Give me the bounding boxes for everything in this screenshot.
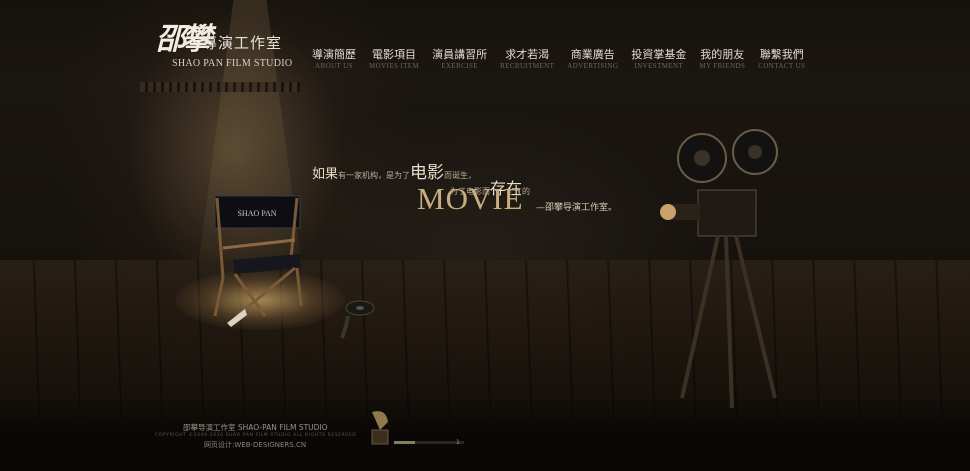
logo-name-cn: 導演工作室: [202, 34, 283, 52]
film-reel-icon: [340, 300, 375, 339]
megaphone-icon: [227, 309, 247, 327]
player-progress-bar[interactable]: [394, 441, 464, 444]
hero-stage: 邵攀 導演工作室 SHAO PAN FILM STUDIO 導演簡歷 ABOUT…: [0, 0, 970, 471]
player-progress-fill: [394, 441, 415, 444]
nav-label-cn: 我的朋友: [700, 48, 745, 61]
footer-copyright: COPYRIGHT ©2009-2010 SHAO PAN FILM STUDI…: [155, 433, 357, 438]
director-chair-icon: SHAO PAN: [213, 195, 303, 318]
nav-item-my-friends[interactable]: 我的朋友 MY FRIENDS: [699, 48, 745, 74]
headline-text: 电影: [410, 163, 445, 183]
nav-label-cn: 投資掌基金: [631, 48, 687, 61]
movie-subtitle: —邵攀导演工作室。: [536, 203, 618, 213]
main-nav: 導演簡歷 ABOUT US 電影項目 MOVIES ITEM 演員講習所 EXE…: [312, 48, 818, 74]
player-track-number[interactable]: 1: [456, 439, 460, 446]
footer-studio-name: 邵攀导演工作室 SHAO-PAN FILM STUDIO: [183, 423, 328, 432]
nav-label-cn: 求才若渴: [505, 48, 550, 61]
chair-label: SHAO PAN: [237, 209, 276, 218]
headline-text: 如果: [312, 167, 339, 182]
nav-label-cn: 演員講習所: [432, 48, 488, 61]
nav-item-exercise[interactable]: 演員講習所 EXERCISE: [432, 48, 487, 74]
nav-label-cn: 導演簡歷: [312, 48, 356, 61]
nav-item-advertising[interactable]: 商業廣告 ADVERTISING: [567, 48, 618, 74]
floor-fade: [0, 395, 970, 471]
nav-label-en: CONTACT US: [758, 62, 806, 70]
nav-item-movies-item[interactable]: 電影項目 MOVIES ITEM: [369, 48, 419, 74]
nav-item-about-us[interactable]: 導演簡歷 ABOUT US: [312, 48, 356, 74]
gramophone-icon: [371, 411, 389, 445]
nav-label-cn: 聯繫我們: [759, 48, 804, 61]
nav-label-en: ADVERTISING: [567, 62, 619, 70]
music-player: ◂◂ ▸▸ 1: [368, 408, 468, 448]
nav-label-cn: 商業廣告: [570, 48, 615, 61]
headline-text: 有一家机构，是为了: [338, 171, 411, 180]
studio-logo[interactable]: 邵攀 導演工作室 SHAO PAN FILM STUDIO: [150, 12, 300, 72]
nav-label-en: MOVIES ITEM: [369, 62, 420, 70]
logo-mark: 邵攀: [156, 22, 212, 57]
nav-item-contact-us[interactable]: 聯繫我們 CONTACT US: [758, 48, 805, 74]
nav-item-recruitment[interactable]: 求才若渴 RECRUITMENT: [500, 48, 554, 74]
filmstrip-decoration: [140, 82, 300, 92]
logo-name-en: SHAO PAN FILM STUDIO: [172, 58, 293, 69]
nav-label-en: ABOUT US: [315, 62, 353, 70]
nav-label-en: RECRUITMENT: [500, 62, 555, 70]
movie-title: MOVIE: [417, 181, 524, 216]
nav-label-en: EXERCISE: [441, 62, 478, 70]
nav-label-en: INVESTMENT: [634, 62, 684, 70]
footer-design-credit: 网页设计:WEB-DESIGNERS.CN: [204, 441, 307, 449]
nav-item-investment[interactable]: 投資掌基金 INVESTMENT: [631, 48, 686, 74]
nav-label-cn: 電影項目: [372, 48, 417, 61]
film-projector-icon: [660, 129, 778, 409]
nav-label-en: MY FRIENDS: [699, 62, 746, 70]
